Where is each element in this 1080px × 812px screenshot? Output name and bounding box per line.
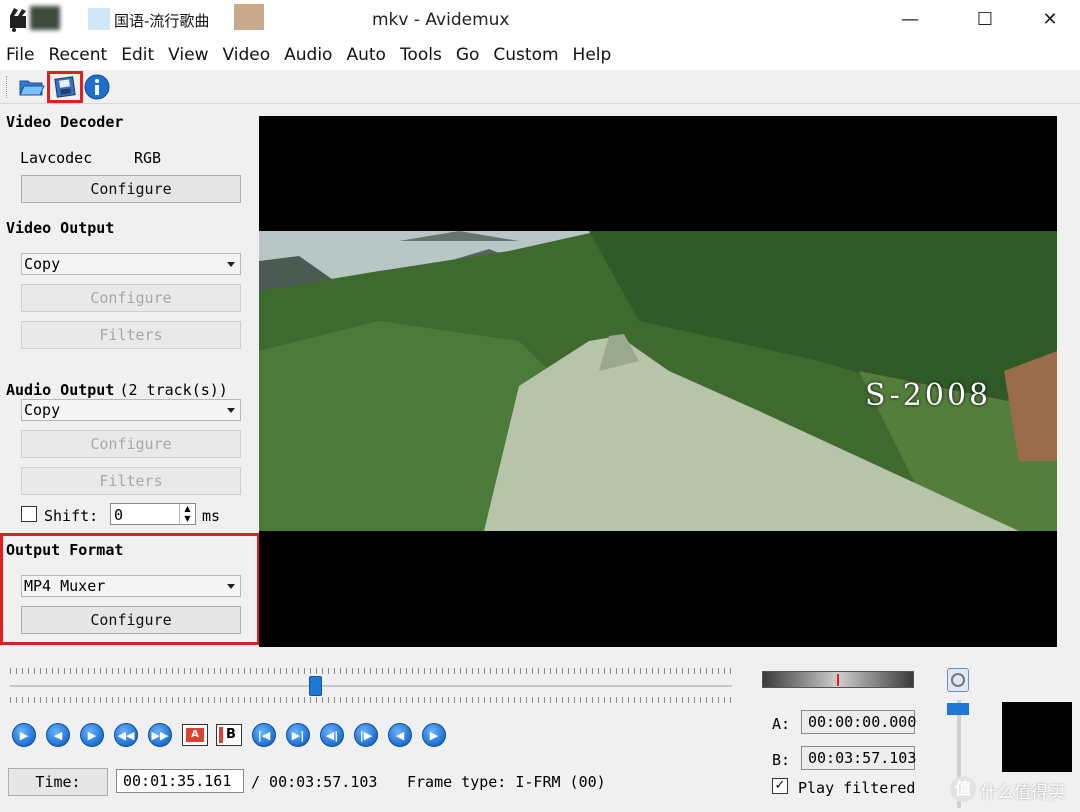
video-overlay-text: S-2008 (865, 378, 992, 413)
audio-output-title: Audio Output (6, 381, 115, 399)
go-to-marker-a-button[interactable]: |◀ (252, 723, 276, 747)
frame-type: Frame type: I-FRM (00) (407, 773, 606, 791)
shift-unit: ms (202, 507, 221, 525)
mini-preview (1002, 702, 1072, 772)
blurred-thumbnail (30, 6, 60, 30)
open-folder-icon[interactable] (18, 73, 46, 101)
output-format-title: Output Format (6, 541, 124, 559)
toolbar-grip (6, 76, 9, 98)
menu-go[interactable]: Go (449, 40, 487, 70)
video-preview: S-2008 (259, 116, 1057, 647)
watermark-logo-icon: 值 (950, 776, 976, 802)
chevron-down-icon (227, 408, 235, 413)
output-format-select[interactable]: MP4 Muxer (21, 575, 241, 597)
marker-b-label: B: (772, 751, 791, 769)
forward-60s-button[interactable]: ▶ (422, 723, 446, 747)
shift-checkbox[interactable] (21, 506, 37, 522)
audio-output-select[interactable]: Copy (21, 399, 241, 421)
chevron-down-icon (227, 584, 235, 589)
decoder-configure-button[interactable]: Configure (21, 175, 241, 203)
toolbar (0, 70, 1080, 104)
shift-value: 0 (114, 506, 124, 524)
chevron-down-icon (227, 262, 235, 267)
avidemux-app-icon (8, 6, 32, 32)
previous-keyframe-button[interactable]: ◀◀ (114, 723, 138, 747)
back-60s-button[interactable]: ◀ (388, 723, 412, 747)
audio-track-count: (2 track(s)) (119, 381, 228, 399)
output-format-selected: MP4 Muxer (24, 577, 106, 595)
menu-tools[interactable]: Tools (393, 40, 449, 70)
menu-auto[interactable]: Auto (339, 40, 392, 70)
video-output-select[interactable]: Copy (21, 253, 241, 275)
level-marker (837, 674, 839, 686)
play-button[interactable]: ▶ (12, 723, 36, 747)
menu-recent[interactable]: Recent (41, 40, 114, 70)
video-configure-button[interactable]: Configure (21, 284, 241, 312)
set-marker-b-icon[interactable]: B (216, 724, 242, 746)
menu-file[interactable]: File (0, 40, 41, 70)
close-button[interactable]: ✕ (1020, 4, 1080, 34)
current-time-field[interactable]: 00:01:35.161 (116, 769, 244, 793)
window-title: mkv - Avidemux (372, 10, 510, 30)
info-icon[interactable] (83, 73, 111, 101)
timeline-ticks-top (10, 668, 732, 674)
marker-a-time: 00:00:00.000 (801, 710, 916, 734)
maximize-button[interactable]: ☐ (955, 4, 1015, 34)
play-filtered-checkbox[interactable]: ✓ (772, 778, 788, 794)
folder-tab-icon (88, 8, 110, 30)
save-button-highlight (47, 71, 83, 103)
audio-output-header: Audio Output (2 track(s)) (6, 380, 228, 399)
timeline-thumb[interactable] (308, 676, 322, 696)
blurred-thumbnail (234, 4, 264, 30)
minimize-button[interactable]: — (880, 4, 940, 34)
timeline-rail (10, 685, 732, 687)
audio-output-selected: Copy (24, 401, 61, 419)
decoder-format: RGB (134, 149, 162, 167)
go-to-marker-b-button[interactable]: ▶| (286, 723, 310, 747)
shift-spinbox[interactable]: 0 ▲ ▼ (110, 503, 196, 525)
menu-help[interactable]: Help (566, 40, 619, 70)
menu-view[interactable]: View (161, 40, 215, 70)
video-output-selected: Copy (24, 255, 61, 273)
menu-custom[interactable]: Custom (486, 40, 565, 70)
menu-video[interactable]: Video (215, 40, 277, 70)
next-keyframe-button[interactable]: ▶▶ (148, 723, 172, 747)
menu-audio[interactable]: Audio (277, 40, 339, 70)
decoder-codec: Lavcodec (20, 149, 93, 167)
time-button[interactable]: Time: (8, 768, 108, 796)
audio-filters-button[interactable]: Filters (21, 467, 241, 495)
total-time: / 00:03:57.103 (251, 773, 378, 791)
spin-arrows-icon[interactable]: ▲ ▼ (179, 504, 195, 524)
video-filters-button[interactable]: Filters (21, 321, 241, 349)
volume-thumb[interactable] (947, 703, 969, 715)
title-bar: 国语-流行歌曲 mkv - Avidemux — ☐ ✕ (0, 0, 1080, 40)
play-filtered-label: Play filtered (798, 779, 916, 797)
set-marker-a-icon[interactable]: A (182, 724, 208, 746)
timeline-ticks-bottom (10, 697, 732, 703)
tab-label[interactable]: 国语-流行歌曲 (114, 10, 209, 31)
marker-a-label: A: (772, 715, 791, 733)
next-frame-button[interactable]: ▶ (80, 723, 104, 747)
audio-configure-button[interactable]: Configure (21, 430, 241, 458)
audio-level-meter (762, 671, 914, 688)
previous-frame-button[interactable]: ◀ (46, 723, 70, 747)
first-frame-button[interactable]: ◀| (320, 723, 344, 747)
video-decoder-title: Video Decoder (6, 113, 124, 131)
menu-bar: File Recent Edit View Video Audio Auto T… (0, 40, 1080, 70)
menu-edit[interactable]: Edit (114, 40, 161, 70)
marker-b-time: 00:03:57.103 (801, 746, 916, 770)
volume-icon[interactable] (947, 668, 969, 692)
shift-label: Shift: (44, 507, 99, 525)
watermark-text: 什么值得买 (980, 783, 1065, 803)
last-frame-button[interactable]: |▶ (354, 723, 378, 747)
output-configure-button[interactable]: Configure (21, 606, 241, 634)
timeline-slider[interactable] (10, 681, 732, 691)
video-output-title: Video Output (6, 219, 115, 237)
